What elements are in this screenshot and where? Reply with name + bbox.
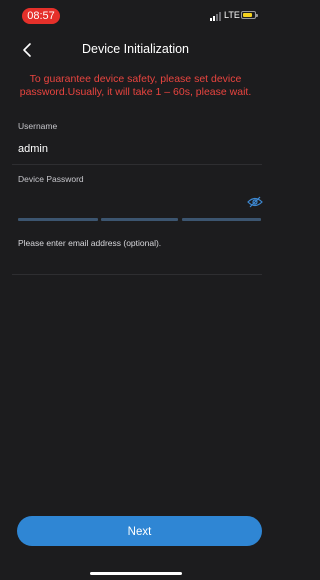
next-button[interactable]: Next [17,516,262,546]
password-strength-segment-3 [182,218,261,221]
battery-level [243,13,252,17]
battery-icon [241,11,258,19]
password-field[interactable] [18,192,238,212]
email-divider [12,274,262,275]
username-label: Username [18,121,58,131]
signal-icon [210,12,224,21]
device-initialization-screen: 08:57 LTE Device Initialization To guara… [0,0,271,580]
username-divider [12,164,262,165]
status-time: 08:57 [22,8,60,24]
password-label: Device Password [18,174,84,184]
username-value: admin [18,143,48,155]
eye-icon [247,196,263,208]
password-strength-segment-2 [101,218,178,221]
status-bar: 08:57 LTE [0,0,271,30]
email-prompt[interactable]: Please enter email address (optional). [18,238,161,248]
safety-warning: To guarantee device safety, please set d… [19,73,252,98]
password-strength-segment-1 [18,218,98,221]
network-type: LTE [224,10,240,20]
page-title: Device Initialization [82,42,189,56]
home-indicator[interactable] [90,572,182,575]
nav-bar: Device Initialization [0,36,271,64]
password-visibility-toggle[interactable] [247,195,263,208]
